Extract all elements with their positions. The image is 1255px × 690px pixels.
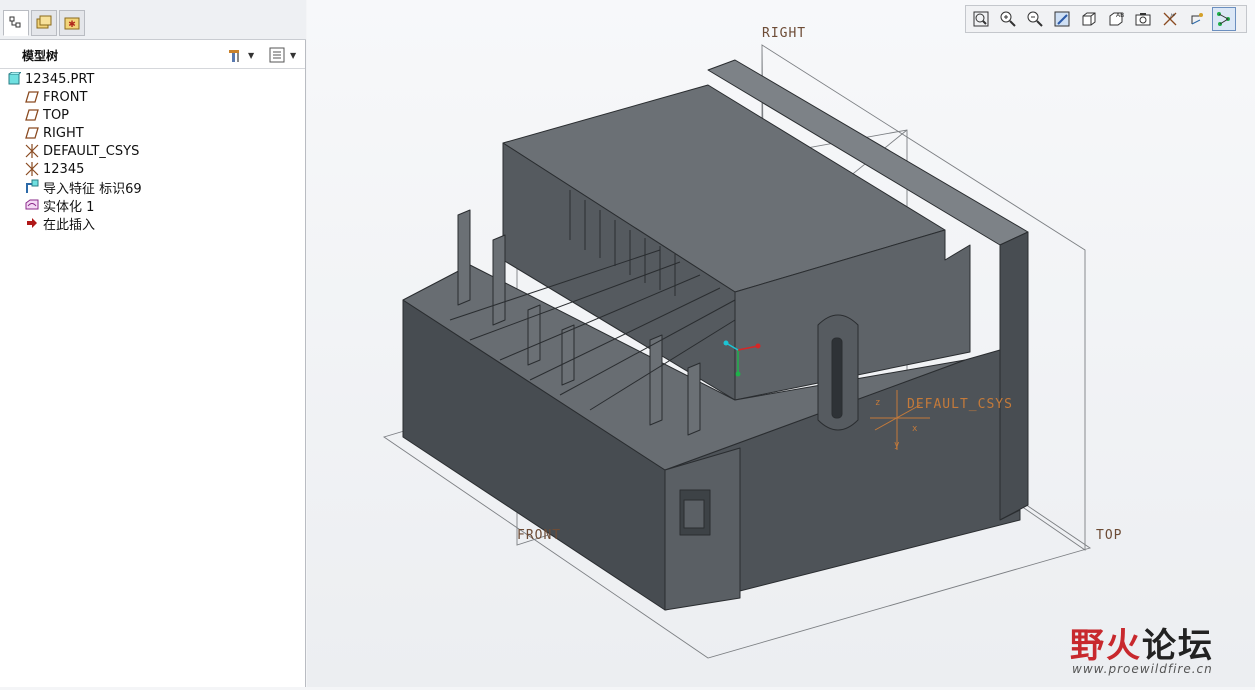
import-feature-icon (24, 179, 40, 195)
navigator-panel: ✱ 模型树 ▼ ▼ 12345.PRT FRONT TOP RIGHT DEFA… (0, 0, 306, 687)
refit-icon (973, 11, 989, 27)
model-tree-icon (9, 16, 21, 28)
annotation-display-button[interactable] (1212, 7, 1236, 31)
front-plane-label[interactable]: FRONT (517, 528, 561, 543)
navigator-tab-bar: ✱ (0, 0, 306, 40)
datum-plane-icon (24, 125, 40, 141)
tree-item-right[interactable]: RIGHT (24, 124, 84, 142)
repaint-icon (1054, 11, 1070, 27)
csys-axis-y: y (894, 440, 901, 450)
favorites-icon: ✱ (64, 17, 80, 30)
csys-label[interactable]: DEFAULT_CSYS (907, 397, 1013, 412)
tree-item-label: TOP (43, 107, 70, 123)
view-manager-button[interactable] (1131, 7, 1155, 31)
tree-settings-button[interactable]: ▼ (226, 45, 254, 65)
rear-block-side (999, 231, 1029, 521)
graphics-window[interactable]: RIGHT FRONT TOP DEFAULT_CSYS z x y (307, 0, 1255, 687)
csys-axis-z: z (875, 398, 882, 408)
zoom-out-icon (1027, 11, 1043, 27)
right-plane-label[interactable]: RIGHT (762, 26, 806, 41)
spin-center-button[interactable] (1185, 7, 1209, 31)
datum-plane-icon (24, 107, 40, 123)
datum-display-icon: /* (1163, 12, 1177, 26)
chevron-down-icon: ▼ (290, 50, 297, 60)
saved-views-icon: AB (1109, 12, 1124, 26)
tree-item-label: FRONT (43, 89, 88, 105)
tree-columns-icon (269, 47, 285, 63)
svg-text:✱: ✱ (68, 20, 76, 30)
tree-settings-icon (229, 50, 239, 62)
tree-item-label: 在此插入 (43, 217, 96, 233)
tree-item-front[interactable]: FRONT (24, 88, 87, 106)
csys-axis-x: x (912, 424, 919, 434)
favorites-tab[interactable]: ✱ (59, 10, 85, 36)
tree-header: 模型树 ▼ ▼ (0, 41, 305, 69)
display-style-icon (1082, 12, 1096, 26)
tree-item-csys-12345[interactable]: 12345 (24, 160, 84, 178)
svg-text:/*: /* (1170, 13, 1175, 20)
zoom-out-button[interactable] (1023, 7, 1047, 31)
annotation-display-icon (1217, 12, 1230, 26)
watermark-brand-red: 野火 (1070, 626, 1142, 666)
forum-watermark-url: www.proewildfire.cn (1072, 662, 1213, 676)
tree-item-label: 12345.PRT (25, 71, 95, 87)
tree-columns-button[interactable]: ▼ (268, 45, 296, 65)
svg-text:AB: AB (1116, 12, 1124, 19)
datum-display-button[interactable]: /* (1158, 7, 1182, 31)
tree-item-top[interactable]: TOP (24, 106, 69, 124)
tree-item-import-feature[interactable]: 导入特征 标识69 (24, 178, 142, 197)
folder-browser-tab[interactable] (31, 10, 57, 36)
display-style-button[interactable] (1077, 7, 1101, 31)
model-tree-tab[interactable] (3, 10, 29, 36)
tree-item-part[interactable]: 12345.PRT (6, 70, 94, 88)
tree-item-label: 实体化 1 (43, 199, 95, 215)
forum-watermark-logo: 野火论坛 (1070, 618, 1214, 667)
zoom-in-button[interactable] (996, 7, 1020, 31)
view-manager-icon (1135, 13, 1151, 26)
watermark-brand-dark: 论坛 (1142, 626, 1214, 666)
tree-item-default-csys[interactable]: DEFAULT_CSYS (24, 142, 139, 160)
saved-views-button[interactable]: AB (1104, 7, 1128, 31)
tree-item-label: DEFAULT_CSYS (43, 143, 140, 159)
model-tree-title: 模型树 (22, 49, 59, 63)
top-plane-label[interactable]: TOP (1096, 528, 1122, 543)
csys-icon (24, 161, 40, 177)
tree-item-solidify[interactable]: 实体化 1 (24, 196, 95, 215)
part-icon (6, 71, 22, 87)
tree-item-label: 导入特征 标识69 (43, 181, 142, 197)
tree-item-insert-here[interactable]: 在此插入 (24, 214, 96, 233)
spin-center-icon (1191, 13, 1203, 25)
view-toolbar: AB /* (965, 5, 1247, 33)
folder-browser-icon (36, 15, 52, 29)
csys-icon (24, 143, 40, 159)
repaint-button[interactable] (1050, 7, 1074, 31)
chevron-down-icon: ▼ (248, 50, 255, 60)
zoom-in-icon (1000, 11, 1016, 27)
model-view[interactable] (307, 0, 1255, 687)
refit-button[interactable] (969, 7, 993, 31)
tree-item-label: RIGHT (43, 125, 84, 141)
datum-plane-icon (24, 89, 40, 105)
insert-here-icon (24, 215, 40, 231)
solidify-icon (24, 197, 40, 213)
tree-item-label: 12345 (43, 161, 85, 177)
